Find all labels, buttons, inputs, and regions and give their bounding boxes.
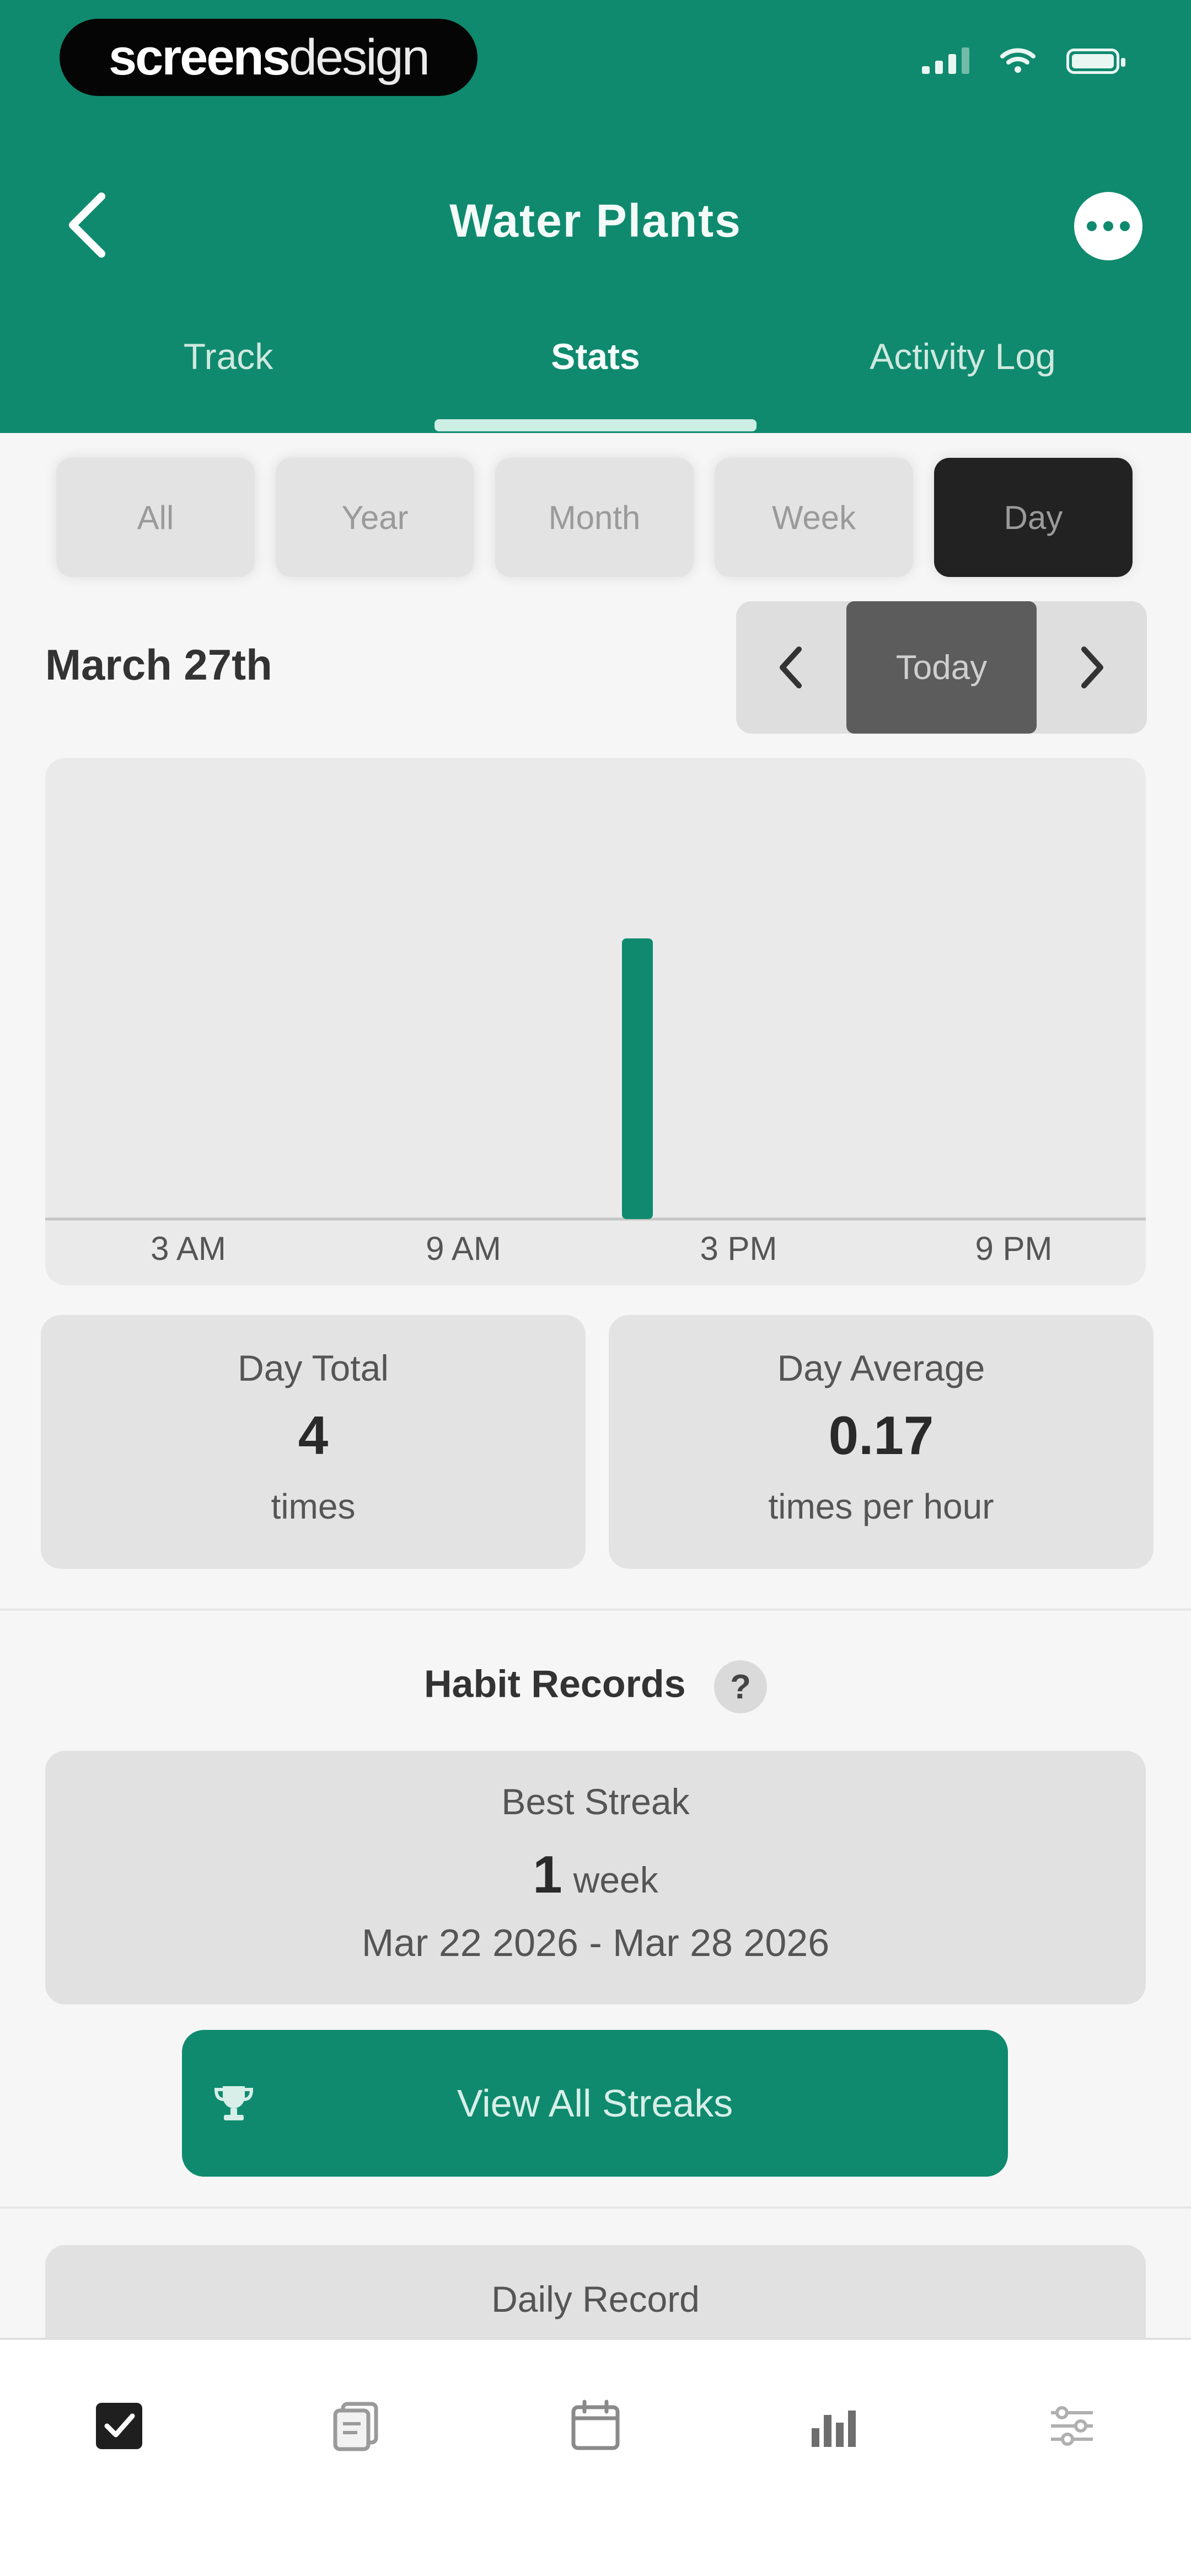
habit-records-title: Habit Records bbox=[423, 1662, 686, 1706]
chart-bar bbox=[622, 938, 653, 1219]
chevron-right-icon bbox=[1081, 646, 1103, 688]
x-tick-label: 9 AM bbox=[426, 1230, 501, 1267]
day-average-label: Day Average bbox=[777, 1348, 985, 1388]
chevron-left-icon bbox=[780, 646, 802, 688]
bottom-nav bbox=[0, 2338, 1191, 2576]
view-all-streaks-label: View All Streaks bbox=[457, 2082, 733, 2125]
day-total-unit: times bbox=[271, 1487, 356, 1526]
day-average-unit: times per hour bbox=[768, 1487, 994, 1526]
period-week[interactable]: Week bbox=[715, 458, 913, 577]
today-button[interactable]: Today bbox=[846, 601, 1037, 734]
brand-part2: design bbox=[288, 29, 430, 85]
date-label: March 27th bbox=[45, 640, 272, 689]
wifi-icon bbox=[1000, 48, 1036, 73]
day-total-card: Day Total 4 times bbox=[41, 1315, 586, 1569]
battery-icon bbox=[1066, 49, 1125, 74]
brand-part1: screens bbox=[109, 29, 291, 85]
hourly-chart: 3 AM 9 AM 3 PM 9 PM bbox=[45, 758, 1146, 1285]
brand-logo: screensdesign bbox=[60, 19, 478, 96]
next-day-button[interactable] bbox=[1037, 601, 1147, 734]
day-average-value: 0.17 bbox=[828, 1405, 934, 1466]
status-bar bbox=[922, 47, 1125, 74]
page-title: Water Plants bbox=[449, 195, 742, 247]
nav-calendar[interactable] bbox=[562, 2393, 629, 2459]
view-all-streaks-button[interactable]: View All Streaks bbox=[182, 2030, 1008, 2177]
day-total-value: 4 bbox=[298, 1405, 329, 1466]
more-options-button[interactable] bbox=[1074, 192, 1142, 260]
x-tick-label: 9 PM bbox=[975, 1230, 1052, 1267]
daily-record-label: Daily Record bbox=[491, 2279, 700, 2320]
tab-track[interactable]: Track bbox=[63, 335, 394, 377]
x-tick-label: 3 PM bbox=[700, 1230, 777, 1267]
settings-icon bbox=[1051, 2406, 1093, 2446]
chart-ticks: 3 AM 9 AM 3 PM 9 PM bbox=[151, 1230, 1052, 1267]
nav-habits[interactable] bbox=[86, 2393, 152, 2459]
checkbox-icon bbox=[96, 2403, 142, 2449]
section-divider bbox=[0, 2206, 1191, 2209]
trophy-icon bbox=[214, 2086, 254, 2120]
calendar-icon bbox=[571, 2399, 620, 2450]
period-day[interactable]: Day bbox=[934, 458, 1133, 577]
best-streak-label: Best Streak bbox=[501, 1781, 690, 1822]
best-streak-value: 1 week bbox=[45, 1845, 1146, 1905]
nav-stats[interactable] bbox=[801, 2393, 867, 2459]
tab-activity-log[interactable]: Activity Log bbox=[797, 335, 1128, 377]
habit-records-heading: Habit Records ? bbox=[0, 1660, 1191, 1713]
tab-stats[interactable]: Stats bbox=[430, 335, 761, 377]
chart-svg: 3 AM 9 AM 3 PM 9 PM bbox=[45, 938, 1146, 1267]
period-year[interactable]: Year bbox=[276, 458, 474, 577]
x-tick-label: 3 AM bbox=[151, 1230, 226, 1267]
best-streak-range: Mar 22 2026 - Mar 28 2026 bbox=[361, 1921, 830, 1964]
best-streak-card: Best Streak 1 week Mar 22 2026 - Mar 28 2… bbox=[45, 1751, 1146, 2005]
period-all[interactable]: All bbox=[56, 458, 255, 577]
help-icon[interactable]: ? bbox=[714, 1660, 767, 1713]
notes-icon bbox=[333, 2402, 378, 2451]
date-navigator: Today bbox=[736, 601, 1147, 734]
stats-icon bbox=[812, 2411, 856, 2447]
screen: screensdesign Water Plants Track Stats A… bbox=[0, 0, 1191, 2576]
best-streak-unit: week bbox=[573, 1859, 658, 1900]
signal-icon bbox=[922, 47, 969, 74]
day-average-card: Day Average 0.17 times per hour bbox=[609, 1315, 1154, 1569]
chart-bars bbox=[622, 938, 653, 1219]
tab-indicator bbox=[434, 419, 757, 431]
day-total-label: Day Total bbox=[238, 1348, 389, 1388]
section-divider bbox=[0, 1608, 1191, 1611]
nav-settings[interactable] bbox=[1039, 2393, 1105, 2459]
previous-day-button[interactable] bbox=[736, 601, 846, 734]
best-streak-number: 1 bbox=[533, 1845, 562, 1904]
more-icon bbox=[1087, 221, 1097, 231]
period-month[interactable]: Month bbox=[495, 458, 694, 577]
app-header: screensdesign Water Plants Track Stats A… bbox=[0, 0, 1191, 433]
nav-journal[interactable] bbox=[323, 2393, 389, 2459]
